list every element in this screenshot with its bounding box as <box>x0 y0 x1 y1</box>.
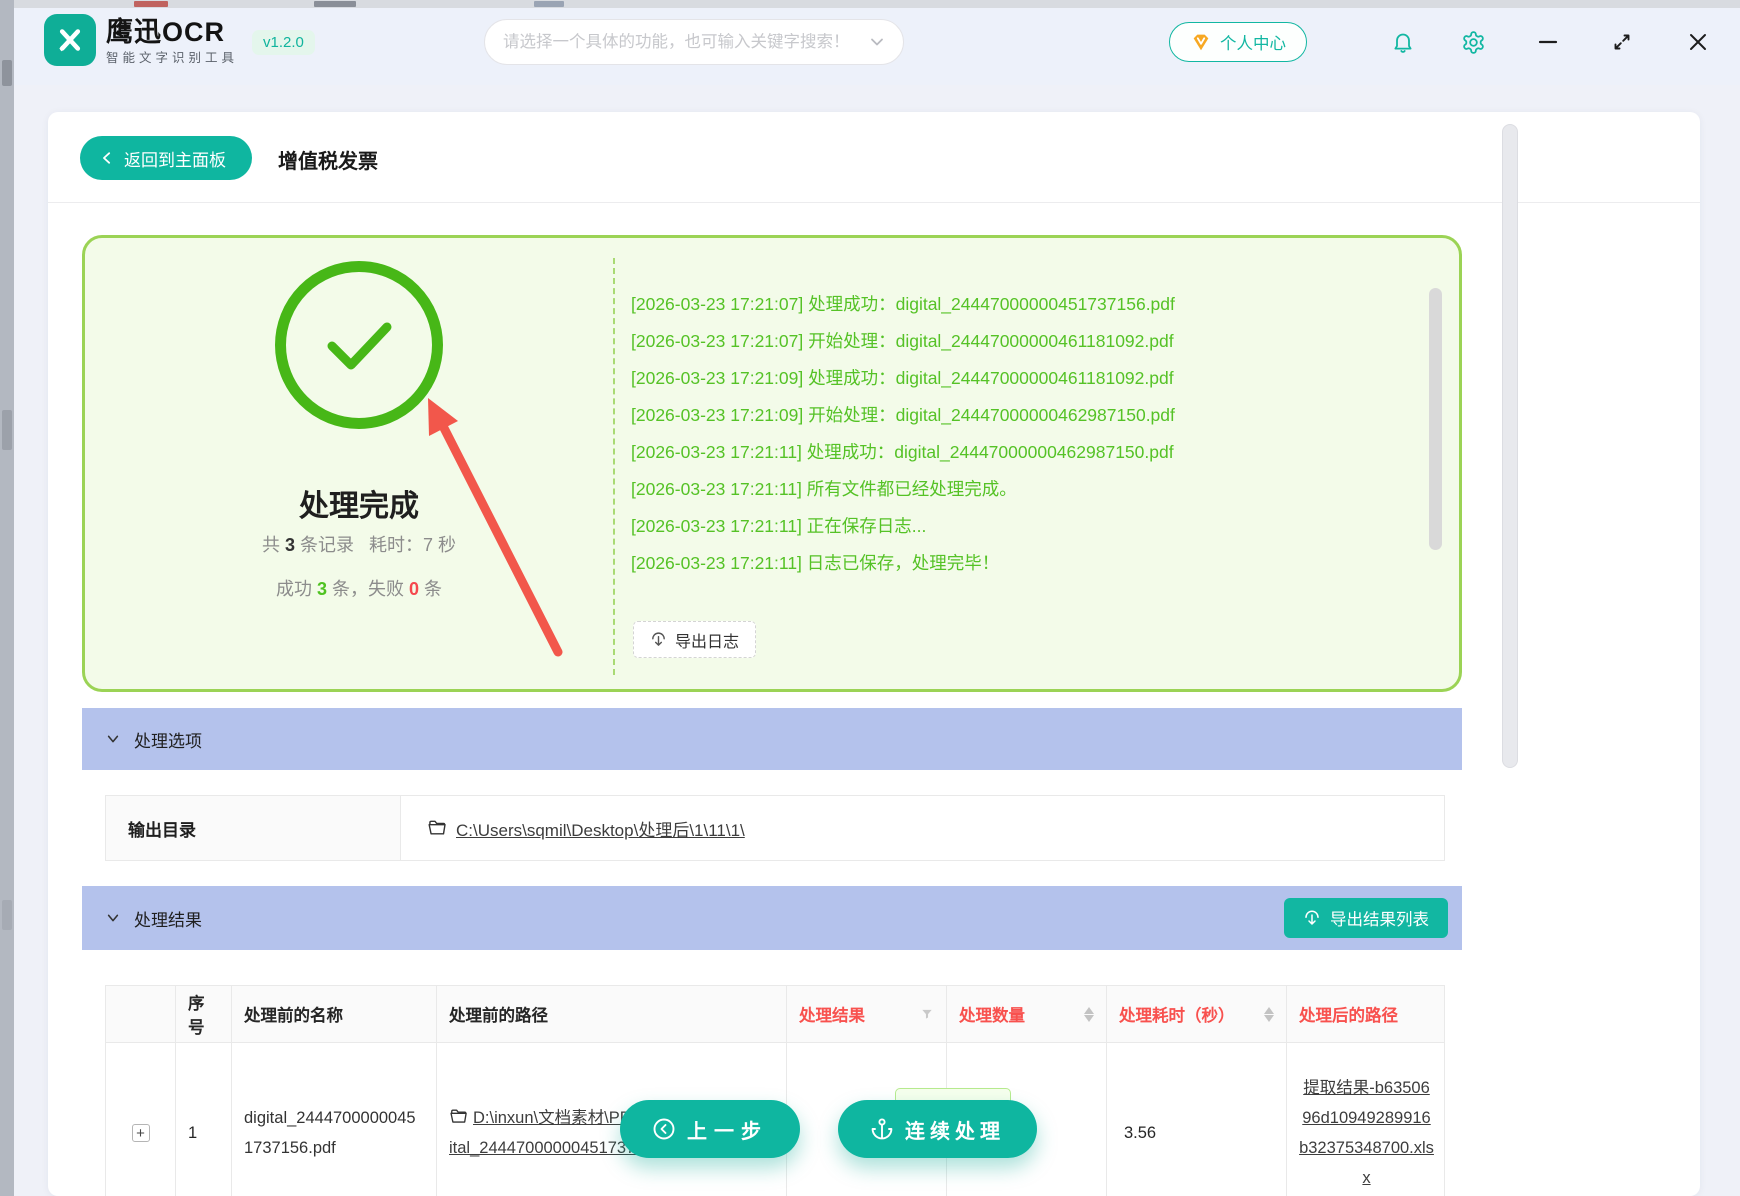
row-output-path-link[interactable]: 提取结果-b6350696d10949289916b32375348700.xl… <box>1299 1073 1434 1193</box>
header-output-path: 处理后的路径 <box>1287 986 1446 1042</box>
continue-process-label: 连续处理 <box>905 1115 1005 1144</box>
header-expand <box>106 986 176 1042</box>
success-fail-stats: 成功 3 条，失败 0 条 <box>159 575 559 601</box>
row-expand-button[interactable]: + <box>132 1124 150 1142</box>
section-results-title: 处理结果 <box>134 906 202 931</box>
page-title: 增值税发票 <box>278 145 378 174</box>
success-check-icon <box>275 261 443 429</box>
export-result-list-label: 导出结果列表 <box>1330 906 1429 930</box>
log-scrollbar[interactable] <box>1429 288 1442 550</box>
row-duration: 3.56 <box>1107 1043 1287 1196</box>
previous-step-label: 上一步 <box>687 1115 768 1144</box>
title-bar: 鹰迅OCR 智能文字识别工具 v1.2.0 个人中心 <box>14 0 1740 85</box>
user-center-button[interactable]: 个人中心 <box>1169 22 1307 62</box>
elapsed-time: 耗时：7 秒 <box>369 535 456 555</box>
section-options-title: 处理选项 <box>134 727 202 752</box>
fail-count: 0 <box>409 579 419 599</box>
search-input[interactable] <box>503 33 861 52</box>
user-center-label: 个人中心 <box>1220 30 1286 54</box>
header-index: 序号 <box>176 986 232 1042</box>
chevron-down-icon <box>106 911 120 925</box>
success-count: 3 <box>317 579 327 599</box>
chevron-down-icon <box>869 34 885 50</box>
sort-carets-icon[interactable] <box>1084 1007 1094 1022</box>
app-logo-icon <box>44 14 96 66</box>
log-line: [2026-03-23 17:21:07] 处理成功：digital_24447… <box>631 286 1421 323</box>
output-dir-label: 输出目录 <box>106 796 401 860</box>
log-line: [2026-03-23 17:21:07] 开始处理：digital_24447… <box>631 323 1421 360</box>
export-log-label: 导出日志 <box>675 628 739 652</box>
filter-funnel-icon[interactable] <box>920 1007 934 1021</box>
output-dir-path-link[interactable]: C:\Users\sqmil\Desktop\处理后\1\11\1\ <box>456 816 745 841</box>
output-dir-row: 输出目录 C:\Users\sqmil\Desktop\处理后\1\11\1\ <box>105 795 1445 861</box>
total-count: 3 <box>285 535 295 555</box>
table-header-row: 序号 处理前的名称 处理前的路径 处理结果 处理数量 处理耗时（秒） <box>106 986 1444 1043</box>
minimize-button[interactable] <box>1536 30 1560 54</box>
process-summary-panel: 处理完成 共 3 条记录 耗时：7 秒 成功 3 条，失败 0 条 [2026-… <box>82 235 1462 692</box>
log-line: [2026-03-23 17:21:11] 所有文件都已经处理完成。 <box>631 471 1421 508</box>
results-table: 序号 处理前的名称 处理前的路径 处理结果 处理数量 处理耗时（秒） <box>105 985 1445 1196</box>
header-result[interactable]: 处理结果 <box>787 986 947 1042</box>
anchor-icon <box>870 1117 894 1141</box>
process-log-list: [2026-03-23 17:21:07] 处理成功：digital_24447… <box>631 286 1421 582</box>
header-count[interactable]: 处理数量 <box>947 986 1107 1042</box>
sort-carets-icon[interactable] <box>1264 1007 1274 1022</box>
chevron-down-icon <box>106 732 120 746</box>
section-options-bar[interactable]: 处理选项 <box>82 708 1462 770</box>
desktop-edge-strip <box>0 0 14 1196</box>
previous-step-button[interactable]: 上一步 <box>620 1100 800 1158</box>
back-button-label: 返回到主面板 <box>124 146 226 171</box>
close-button[interactable] <box>1686 30 1710 54</box>
header-divider <box>48 202 1700 203</box>
export-icon <box>650 631 667 648</box>
section-results-bar[interactable]: 处理结果 导出结果列表 <box>82 886 1462 950</box>
log-line: [2026-03-23 17:21:11] 日志已保存，处理完毕！ <box>631 545 1421 582</box>
log-line: [2026-03-23 17:21:09] 处理成功：digital_24447… <box>631 360 1421 397</box>
version-badge: v1.2.0 <box>252 30 315 55</box>
header-source-name: 处理前的名称 <box>232 986 437 1042</box>
notification-bell-icon[interactable] <box>1390 29 1416 55</box>
export-icon <box>1303 909 1321 927</box>
folder-icon <box>427 818 447 838</box>
status-title: 处理完成 <box>209 481 509 525</box>
main-content-card: 返回到主面板 增值税发票 处理完成 共 3 条记录 耗时：7 秒 成功 3 条，… <box>48 112 1700 1196</box>
folder-icon <box>449 1107 468 1126</box>
continue-process-button[interactable]: 连续处理 <box>838 1100 1037 1158</box>
maximize-button[interactable] <box>1610 30 1634 54</box>
panel-separator <box>613 258 615 675</box>
log-line: [2026-03-23 17:21:11] 处理成功：digital_24447… <box>631 434 1421 471</box>
back-to-dashboard-button[interactable]: 返回到主面板 <box>80 136 252 180</box>
app-subtitle: 智能文字识别工具 <box>106 47 238 66</box>
settings-gear-icon[interactable] <box>1460 29 1486 55</box>
row-index: 1 <box>176 1043 232 1196</box>
vip-gem-icon <box>1190 31 1212 53</box>
header-source-path: 处理前的路径 <box>437 986 787 1042</box>
chevron-left-icon <box>100 151 114 165</box>
desktop-edge-top <box>14 0 1740 8</box>
export-result-list-button[interactable]: 导出结果列表 <box>1284 898 1448 938</box>
function-search-select[interactable] <box>484 19 904 65</box>
row-source-name: digital_24447000000451737156.pdf <box>244 1103 424 1163</box>
window-scrollbar[interactable] <box>1502 124 1518 768</box>
circle-arrow-left-icon <box>652 1117 676 1141</box>
export-log-button[interactable]: 导出日志 <box>633 621 756 658</box>
app-name: 鹰迅OCR <box>106 10 225 49</box>
log-line: [2026-03-23 17:21:11] 正在保存日志... <box>631 508 1421 545</box>
record-stats: 共 3 条记录 耗时：7 秒 <box>159 531 559 557</box>
log-line: [2026-03-23 17:21:09] 开始处理：digital_24447… <box>631 397 1421 434</box>
header-duration[interactable]: 处理耗时（秒） <box>1107 986 1287 1042</box>
